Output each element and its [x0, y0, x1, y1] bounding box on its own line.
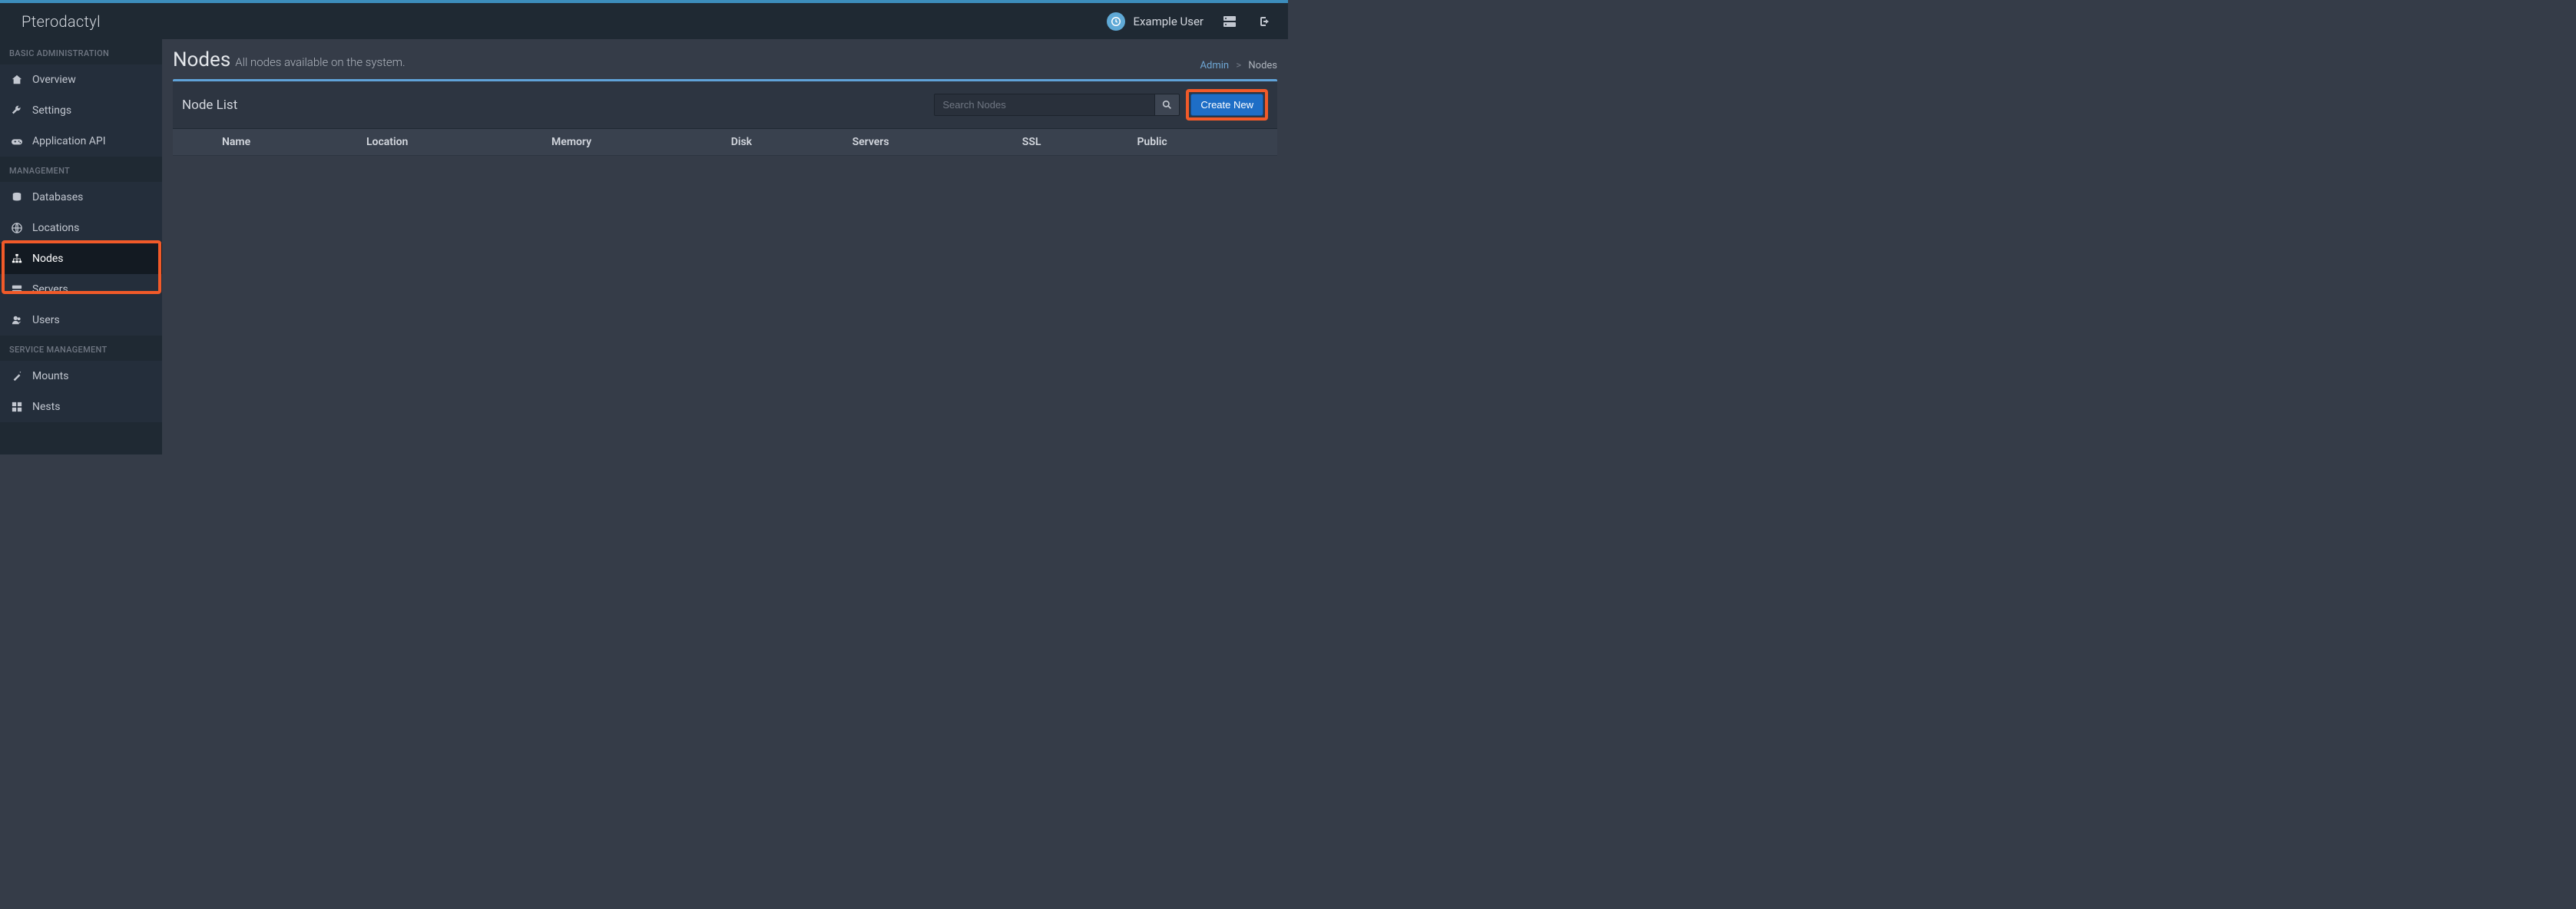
col-memory: Memory [542, 129, 722, 156]
sidebar-item-label: Servers [32, 283, 68, 296]
breadcrumb-current: Nodes [1248, 60, 1277, 71]
page-subtitle: All nodes available on the system. [235, 55, 405, 69]
sidebar-item-label: Mounts [32, 370, 68, 382]
sidebar-item-label: Overview [32, 74, 76, 86]
highlight-box-create: Create New [1186, 89, 1268, 121]
sidebar-item-locations[interactable]: Locations [0, 213, 162, 243]
server-list-icon[interactable] [1216, 8, 1243, 35]
sidebar-section-service: SERVICE MANAGEMENT [0, 336, 162, 361]
breadcrumb: Admin > Nodes [1200, 60, 1277, 71]
home-icon [11, 74, 23, 85]
col-servers: Servers [843, 129, 1013, 156]
user-name-label: Example User [1133, 15, 1204, 28]
page-heading: Nodes All nodes available on the system. [173, 48, 406, 71]
col-disk: Disk [722, 129, 843, 156]
panel-title: Node List [182, 98, 237, 113]
node-table: Name Location Memory Disk Servers SSL Pu… [173, 129, 1277, 156]
user-menu[interactable]: Example User [1101, 9, 1210, 34]
server-icon [11, 284, 23, 295]
logout-icon[interactable] [1250, 8, 1277, 35]
magic-icon [11, 371, 23, 382]
main-content: Nodes All nodes available on the system.… [162, 39, 1288, 454]
sidebar-item-api[interactable]: Application API [0, 126, 162, 157]
avatar [1107, 12, 1125, 31]
create-new-button[interactable]: Create New [1190, 94, 1263, 116]
sidebar-section-management: MANAGEMENT [0, 157, 162, 182]
sidebar-section-basic: BASIC ADMINISTRATION [0, 39, 162, 64]
breadcrumb-admin-link[interactable]: Admin [1200, 60, 1230, 71]
col-public: Public [1127, 129, 1277, 156]
sidebar-item-label: Application API [32, 135, 106, 147]
col-blank [173, 129, 213, 156]
database-icon [11, 192, 23, 203]
sidebar-item-label: Settings [32, 104, 71, 117]
header-bar: Pterodactyl Example User [0, 3, 1288, 39]
breadcrumb-separator: > [1236, 60, 1241, 71]
col-ssl: SSL [1013, 129, 1128, 156]
sidebar-item-settings[interactable]: Settings [0, 95, 162, 126]
wrench-icon [11, 105, 23, 116]
th-large-icon [11, 402, 23, 412]
search-input[interactable] [934, 94, 1155, 116]
sidebar: BASIC ADMINISTRATION Overview Settings A… [0, 39, 162, 454]
search-button[interactable] [1155, 94, 1180, 116]
page-title: Nodes [173, 48, 230, 71]
sidebar-item-nodes[interactable]: Nodes [0, 243, 162, 274]
sidebar-item-users[interactable]: Users [0, 305, 162, 336]
sidebar-item-nests[interactable]: Nests [0, 392, 162, 422]
globe-icon [11, 223, 23, 233]
table-header-row: Name Location Memory Disk Servers SSL Pu… [173, 129, 1277, 156]
gamepad-icon [11, 136, 23, 147]
sitemap-icon [11, 253, 23, 264]
brand-logo[interactable]: Pterodactyl [0, 3, 162, 39]
sidebar-item-databases[interactable]: Databases [0, 182, 162, 213]
sidebar-item-label: Nodes [32, 253, 64, 265]
sidebar-item-label: Locations [32, 222, 79, 234]
users-icon [11, 315, 23, 326]
sidebar-item-mounts[interactable]: Mounts [0, 361, 162, 392]
sidebar-toggle-button[interactable] [174, 8, 190, 35]
sidebar-item-overview[interactable]: Overview [0, 64, 162, 95]
col-name: Name [213, 129, 357, 156]
sidebar-item-servers[interactable]: Servers [0, 274, 162, 305]
col-location: Location [357, 129, 542, 156]
sidebar-item-label: Nests [32, 401, 60, 413]
sidebar-item-label: Users [32, 314, 60, 326]
sidebar-item-label: Databases [32, 191, 83, 203]
search-group [934, 94, 1180, 116]
node-list-panel: Node List Create New [173, 79, 1277, 156]
